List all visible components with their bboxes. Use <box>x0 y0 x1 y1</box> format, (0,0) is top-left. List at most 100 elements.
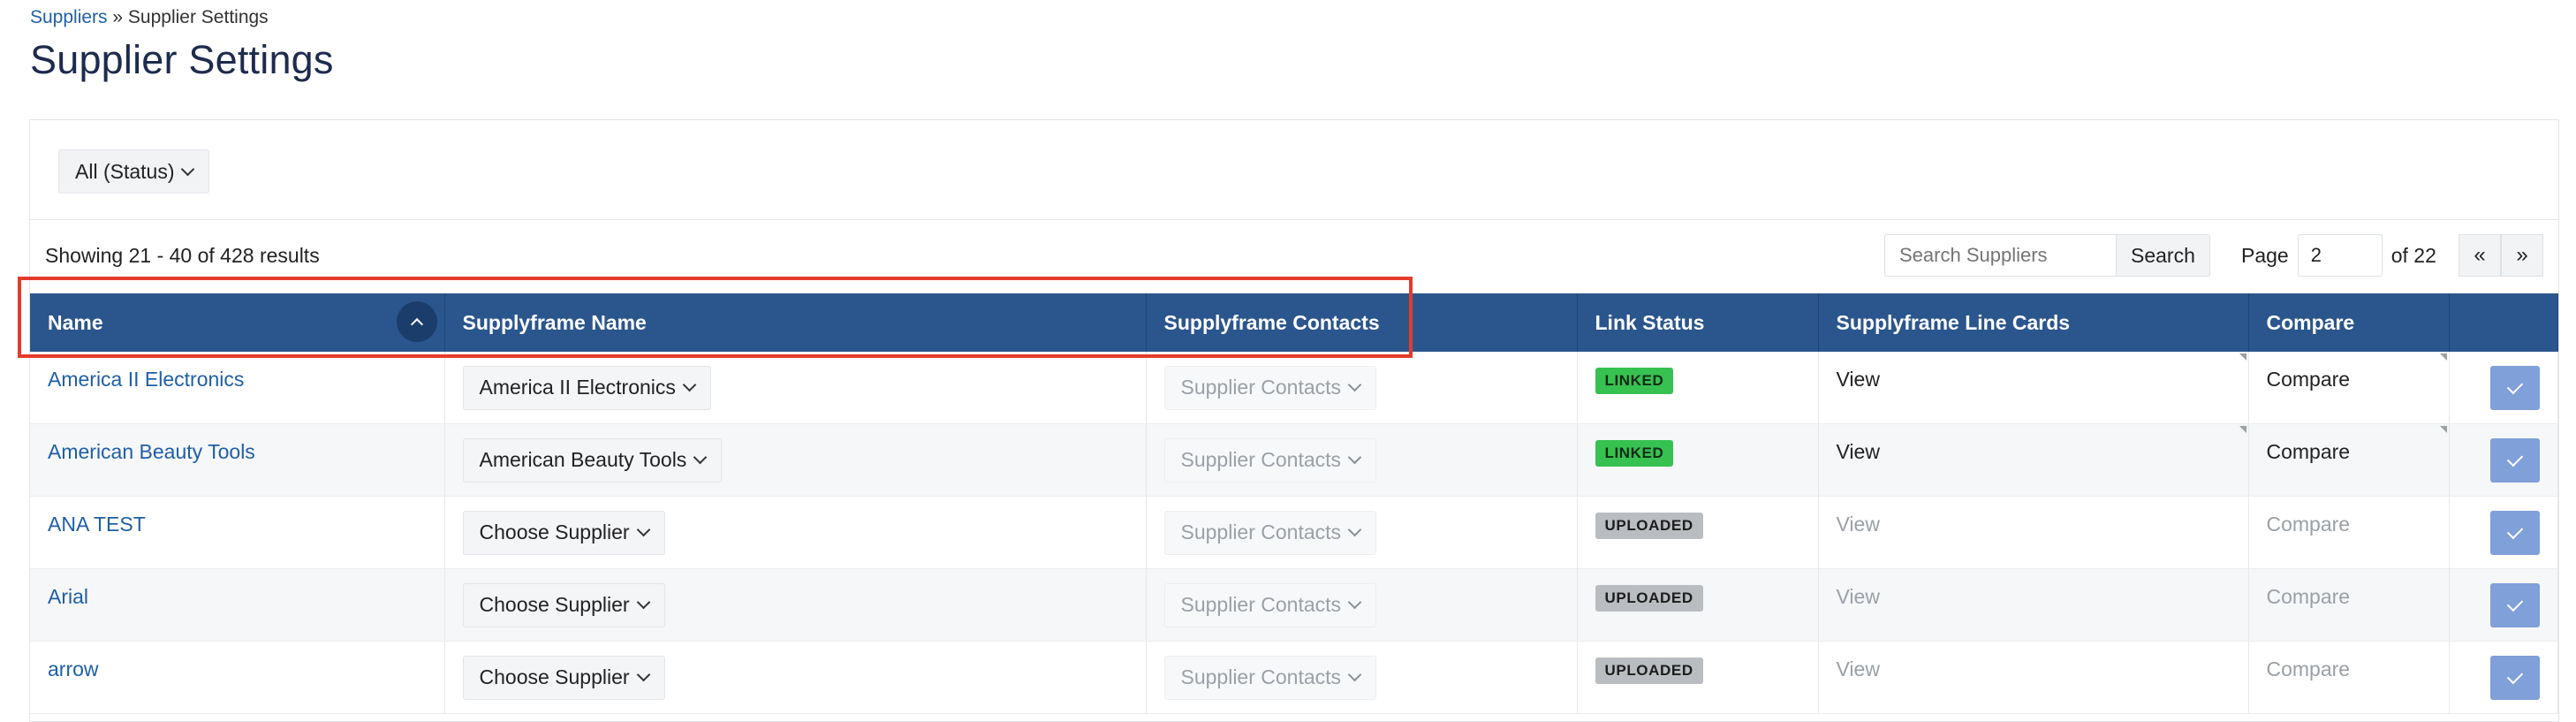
cell-name: American Beauty Tools <box>30 423 445 497</box>
chevron-down-icon <box>1347 667 1362 682</box>
compare-link[interactable]: Compare <box>2267 585 2351 609</box>
suppliers-table: Name Supplyframe Name Supplyframe Contac… <box>30 293 2558 714</box>
supplyframe-name-dropdown[interactable]: Choose Supplier <box>462 510 665 555</box>
column-header-link-status[interactable]: Link Status <box>1577 293 1819 352</box>
confirm-button[interactable] <box>2489 365 2540 410</box>
breadcrumb-suppliers-link[interactable]: Suppliers <box>30 7 108 27</box>
view-line-cards-link[interactable]: View <box>1837 513 1880 536</box>
status-badge: LINKED <box>1595 440 1674 467</box>
supplyframe-name-dropdown[interactable]: Choose Supplier <box>462 655 665 700</box>
cell-compare: Compare <box>2248 568 2450 642</box>
supplyframe-name-dropdown[interactable]: American Beauty Tools <box>462 437 723 483</box>
view-line-cards-link[interactable]: View <box>1837 368 1880 391</box>
breadcrumb-separator: » <box>107 7 128 27</box>
supplier-name-link[interactable]: Arial <box>48 585 88 609</box>
cell-link-status: LINKED <box>1577 423 1819 497</box>
column-header-compare[interactable]: Compare <box>2248 293 2450 352</box>
column-header-supplyframe-name[interactable]: Supplyframe Name <box>444 293 1147 352</box>
cell-link-status: UPLOADED <box>1577 641 1819 714</box>
cell-supplyframe-name: America II Electronics <box>444 352 1147 424</box>
supplier-contacts-dropdown[interactable]: Supplier Contacts <box>1163 582 1377 627</box>
breadcrumb: Suppliers » Supplier Settings <box>30 7 269 28</box>
column-header-supplyframe-contacts[interactable]: Supplyframe Contacts <box>1146 293 1578 352</box>
corner-marker-icon <box>2439 353 2447 361</box>
status-badge: LINKED <box>1595 368 1674 394</box>
dropdown-label: Choose Supplier <box>479 521 630 543</box>
cell-compare: Compare <box>2248 352 2450 424</box>
dropdown-label: Choose Supplier <box>479 593 630 616</box>
cell-supplyframe-name: Choose Supplier <box>444 568 1147 642</box>
cell-line-cards: View <box>1818 352 2249 424</box>
cell-name: America II Electronics <box>30 352 445 424</box>
cell-actions <box>2449 423 2558 497</box>
supplier-contacts-dropdown[interactable]: Supplier Contacts <box>1163 437 1377 483</box>
confirm-button[interactable] <box>2489 437 2540 483</box>
column-header-name[interactable]: Name <box>30 293 445 352</box>
cell-line-cards: View <box>1818 568 2249 642</box>
view-line-cards-link[interactable]: View <box>1837 585 1880 609</box>
sort-ascending-button[interactable] <box>396 301 437 342</box>
supplyframe-name-dropdown[interactable]: Choose Supplier <box>462 582 665 627</box>
check-icon <box>2506 522 2523 539</box>
dropdown-label: Supplier Contacts <box>1180 665 1342 688</box>
pagination: Page of 22 <box>2241 234 2436 277</box>
page-label: Page <box>2241 243 2289 267</box>
chevron-down-icon <box>181 162 195 176</box>
cell-actions <box>2449 641 2558 714</box>
supplier-contacts-dropdown[interactable]: Supplier Contacts <box>1163 655 1377 700</box>
next-page-button[interactable]: » <box>2501 234 2543 277</box>
status-badge: UPLOADED <box>1595 657 1703 684</box>
corner-marker-icon <box>2239 353 2246 361</box>
filter-bar: All (Status) <box>30 120 2558 220</box>
table-row: arrow Choose Supplier Supplier Contacts … <box>30 641 2558 714</box>
column-header-actions <box>2449 293 2558 352</box>
column-header-line-cards[interactable]: Supplyframe Line Cards <box>1818 293 2249 352</box>
supplier-name-link[interactable]: America II Electronics <box>48 368 244 391</box>
table-row: American Beauty Tools American Beauty To… <box>30 423 2558 497</box>
compare-link[interactable]: Compare <box>2267 440 2351 464</box>
cell-contacts: Supplier Contacts <box>1146 423 1578 497</box>
page-number-input[interactable] <box>2297 234 2383 277</box>
compare-link[interactable]: Compare <box>2267 513 2351 536</box>
compare-link[interactable]: Compare <box>2267 657 2351 681</box>
page-nav-buttons: « » <box>2459 234 2543 277</box>
status-filter-dropdown[interactable]: All (Status) <box>58 149 210 194</box>
dropdown-label: Supplier Contacts <box>1180 593 1342 616</box>
supplier-name-link[interactable]: arrow <box>48 657 99 681</box>
results-count: Showing 21 - 40 of 428 results <box>45 244 320 267</box>
search-button[interactable]: Search <box>2116 234 2210 277</box>
supplier-contacts-dropdown[interactable]: Supplier Contacts <box>1163 365 1377 410</box>
view-line-cards-link[interactable]: View <box>1837 657 1880 681</box>
chevron-down-icon <box>1347 595 1362 610</box>
corner-marker-icon <box>2239 426 2246 433</box>
dropdown-label: Supplier Contacts <box>1180 521 1342 543</box>
search-bar: Search <box>1884 234 2210 277</box>
view-line-cards-link[interactable]: View <box>1837 440 1880 464</box>
search-input[interactable] <box>1884 234 2116 277</box>
chevron-down-icon <box>1347 377 1362 392</box>
chevron-down-icon <box>636 522 650 537</box>
confirm-button[interactable] <box>2489 582 2540 627</box>
check-icon <box>2506 377 2523 394</box>
cell-compare: Compare <box>2248 423 2450 497</box>
dropdown-label: Choose Supplier <box>479 665 630 688</box>
chevron-down-icon <box>693 450 708 465</box>
chevron-down-icon <box>682 377 697 392</box>
supplier-name-link[interactable]: ANA TEST <box>48 513 146 536</box>
cell-contacts: Supplier Contacts <box>1146 641 1578 714</box>
page-title: Supplier Settings <box>30 37 334 82</box>
cell-contacts: Supplier Contacts <box>1146 568 1578 642</box>
supplier-name-link[interactable]: American Beauty Tools <box>48 440 255 464</box>
status-badge: UPLOADED <box>1595 585 1703 612</box>
supplyframe-name-dropdown[interactable]: America II Electronics <box>462 365 711 410</box>
prev-page-button[interactable]: « <box>2459 234 2501 277</box>
check-icon <box>2506 595 2523 612</box>
confirm-button[interactable] <box>2489 655 2540 700</box>
supplier-contacts-dropdown[interactable]: Supplier Contacts <box>1163 510 1377 555</box>
page-total: of 22 <box>2390 243 2436 267</box>
dropdown-label: Supplier Contacts <box>1180 376 1342 399</box>
compare-link[interactable]: Compare <box>2267 368 2351 391</box>
cell-link-status: UPLOADED <box>1577 568 1819 642</box>
confirm-button[interactable] <box>2489 510 2540 555</box>
corner-marker-icon <box>2439 426 2447 433</box>
